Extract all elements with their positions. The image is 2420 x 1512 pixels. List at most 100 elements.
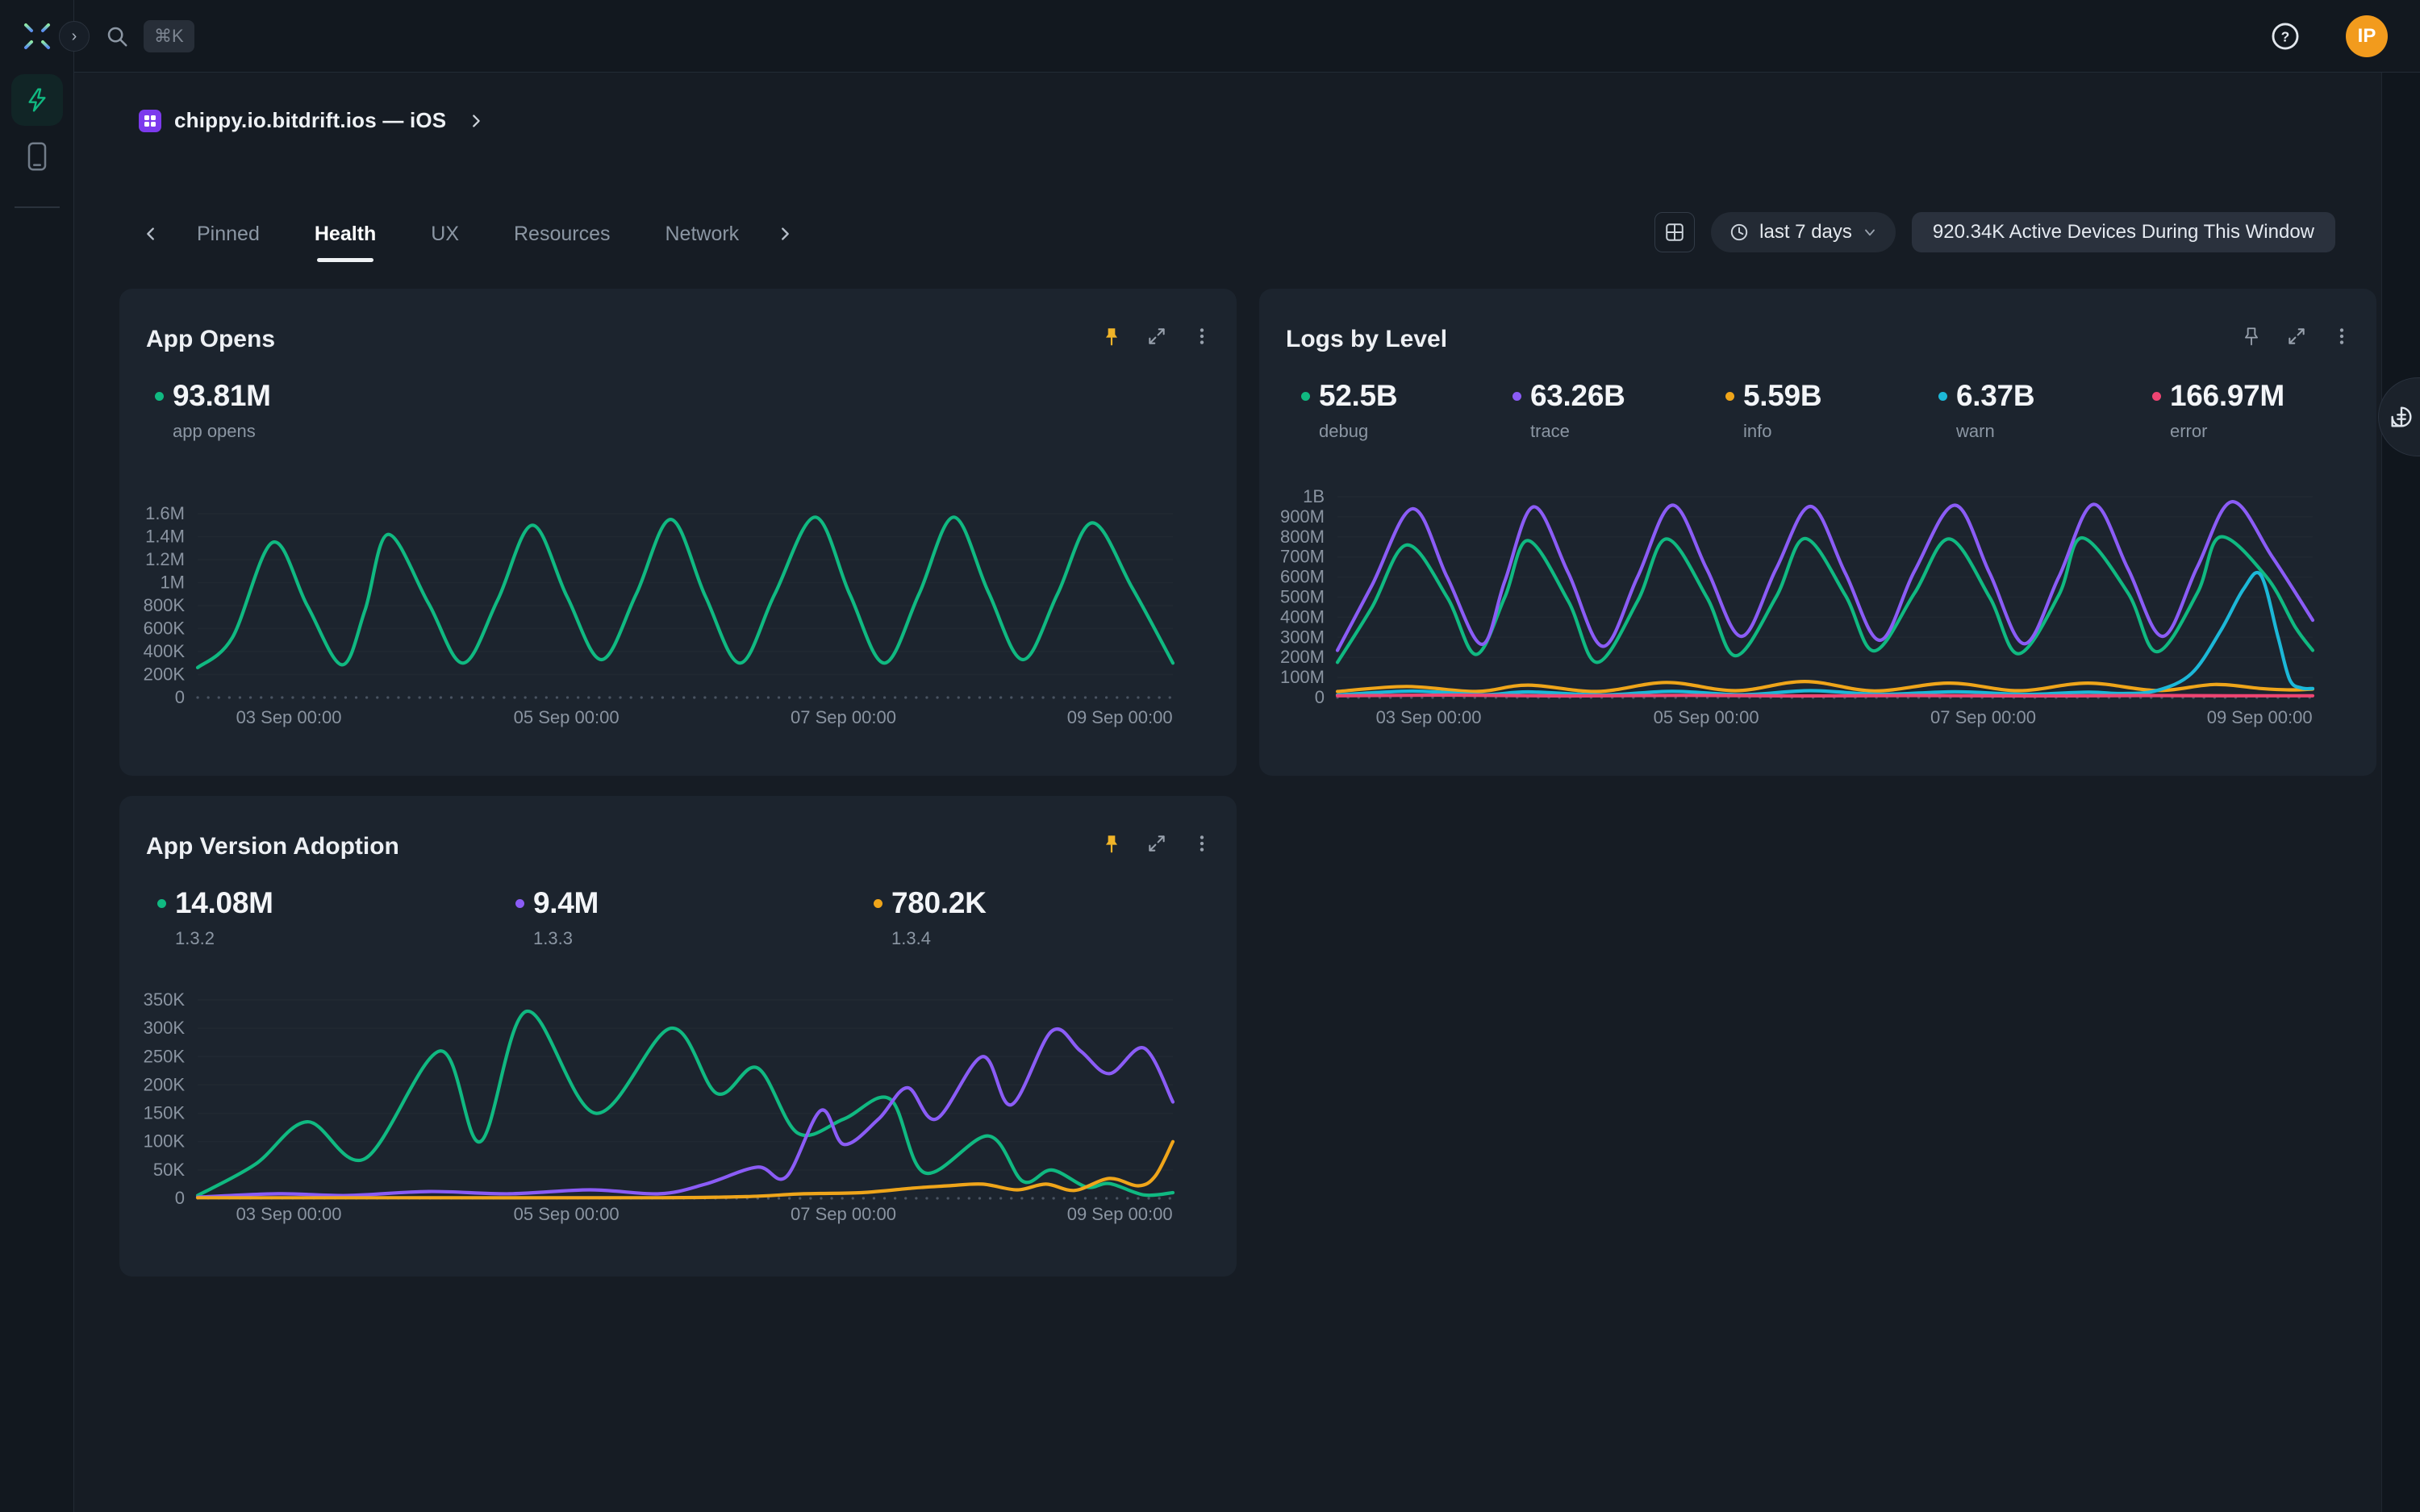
more-options-button[interactable]: [2328, 323, 2355, 350]
sidebar-item-performance[interactable]: [11, 74, 63, 126]
legend-stat-1-3-3[interactable]: 9.4M1.3.3: [515, 885, 599, 949]
dashboard-tabs: Pinned Health UX Resources Network: [132, 212, 803, 256]
legend-stat-trace[interactable]: 63.26Btrace: [1512, 377, 1625, 442]
card-actions: [2238, 323, 2355, 350]
legend-stat-debug[interactable]: 52.5Bdebug: [1301, 377, 1397, 442]
app-name[interactable]: chippy.io.bitdrift.ios — iOS: [174, 108, 446, 133]
tab-ux[interactable]: UX: [403, 212, 486, 256]
global-search[interactable]: ⌘K: [105, 0, 194, 73]
expand-icon: [1146, 326, 1167, 347]
y-axis-tick-label: 250K: [144, 1046, 186, 1066]
y-axis-tick-label: 800M: [1280, 527, 1325, 547]
sidebar: [0, 0, 74, 1512]
stat-value: 14.08M: [175, 886, 273, 920]
pin-button[interactable]: [1098, 323, 1125, 350]
more-options-button[interactable]: [1188, 323, 1216, 350]
y-axis-tick-label: 400K: [144, 641, 186, 661]
series-line-1-3-2: [198, 1011, 1173, 1196]
help-icon[interactable]: ?: [2270, 21, 2301, 52]
tab-health[interactable]: Health: [287, 212, 403, 256]
y-axis-tick-label: 350K: [144, 989, 186, 1010]
avatar[interactable]: IP: [2346, 15, 2388, 57]
stat-value: 9.4M: [533, 886, 599, 920]
pin-button[interactable]: [1098, 830, 1125, 857]
logs-by-level-line-chart[interactable]: 0100M200M300M400M500M600M700M800M900M1B0…: [1259, 474, 2376, 740]
y-axis-tick-label: 300M: [1280, 627, 1325, 647]
layout-grid-button[interactable]: [1654, 212, 1695, 252]
legend-stat-warn[interactable]: 6.37Bwarn: [1938, 377, 2034, 442]
tab-network[interactable]: Network: [638, 212, 767, 256]
kebab-menu-icon: [1191, 833, 1212, 854]
series-line-app-opens: [198, 517, 1173, 668]
legend-stat-info[interactable]: 5.59Binfo: [1725, 377, 1821, 442]
series-color-dot: [1938, 392, 1947, 401]
y-axis-tick-label: 600K: [144, 619, 186, 639]
stat-value: 6.37B: [1956, 379, 2034, 413]
x-axis-tick-label: 09 Sep 00:00: [2207, 707, 2313, 727]
dashboard-page: { "topbar": { "search_shortcut": "⌘K", "…: [0, 0, 2420, 1512]
series-color-dot: [155, 392, 164, 401]
pin-button[interactable]: [2238, 323, 2265, 350]
tabs-scroll-right[interactable]: [766, 215, 803, 252]
x-axis-tick-label: 03 Sep 00:00: [236, 707, 342, 727]
expand-button[interactable]: [1143, 323, 1170, 350]
bitdrift-logo-icon[interactable]: [18, 17, 56, 56]
x-axis-tick-label: 07 Sep 00:00: [791, 1204, 896, 1224]
phone-icon: [25, 141, 49, 172]
x-axis-tick-label: 09 Sep 00:00: [1067, 707, 1173, 727]
x-axis-tick-label: 03 Sep 00:00: [236, 1204, 342, 1224]
stat-value: 166.97M: [2170, 379, 2284, 413]
y-axis-tick-label: 900M: [1280, 506, 1325, 527]
y-axis-tick-label: 600M: [1280, 567, 1325, 587]
stats-row: 93.81Mapp opens: [119, 377, 1237, 466]
sidebar-divider: [15, 206, 60, 208]
stat-label: app opens: [173, 421, 271, 442]
chevron-down-icon: [1862, 224, 1878, 240]
app-icon: [139, 110, 161, 132]
more-options-button[interactable]: [1188, 830, 1216, 857]
legend-stat-error[interactable]: 166.97Merror: [2152, 377, 2284, 442]
y-axis-tick-label: 200K: [144, 1074, 186, 1094]
legend-stat-app-opens[interactable]: 93.81Mapp opens: [155, 377, 271, 442]
app-opens-line-chart[interactable]: 0200K400K600K800K1M1.2M1.4M1.6M03 Sep 00…: [119, 474, 1237, 740]
tab-resources[interactable]: Resources: [486, 212, 638, 256]
time-range-selector[interactable]: last 7 days: [1711, 212, 1896, 252]
legend-stat-1-3-2[interactable]: 14.08M 1.3.2: [157, 885, 273, 949]
y-axis-tick-label: 100K: [144, 1131, 186, 1152]
series-color-dot: [874, 899, 882, 908]
legend-stat-1-3-4[interactable]: 780.2K1.3.4: [874, 885, 987, 949]
sidebar-expand-button[interactable]: ›: [59, 21, 90, 52]
y-axis-tick-label: 300K: [144, 1018, 186, 1038]
stat-value: 52.5B: [1319, 379, 1397, 413]
clock-icon: [1729, 222, 1750, 243]
pin-icon: [2241, 326, 2262, 347]
pin-icon: [1101, 833, 1122, 854]
y-axis-tick-label: 1B: [1303, 486, 1325, 506]
y-axis-tick-label: 500M: [1280, 587, 1325, 607]
kebab-menu-icon: [2331, 326, 2352, 347]
y-axis-tick-label: 200M: [1280, 647, 1325, 667]
stat-value: 63.26B: [1530, 379, 1625, 413]
x-axis-tick-label: 05 Sep 00:00: [1654, 707, 1759, 727]
active-devices-badge[interactable]: 920.34K Active Devices During This Windo…: [1912, 212, 2335, 252]
stats-row: 14.08M 1.3.2 9.4M1.3.3 780.2K1.3.4: [119, 885, 1237, 973]
time-range-label: last 7 days: [1759, 221, 1852, 244]
card-title: App Opens: [146, 326, 275, 353]
series-color-dot: [157, 899, 166, 908]
dashboard-controls: last 7 days 920.34K Active Devices Durin…: [1654, 212, 2335, 252]
stat-label: 1.3.2: [175, 928, 273, 949]
stats-row: 52.5Bdebug 63.26Btrace 5.59Binfo 6.37Bwarn 1…: [1259, 377, 2376, 466]
y-axis-tick-label: 100M: [1280, 667, 1325, 687]
expand-button[interactable]: [2283, 323, 2310, 350]
tabs-scroll-left[interactable]: [132, 215, 169, 252]
series-line-error: [1337, 695, 2313, 696]
tab-pinned[interactable]: Pinned: [169, 212, 287, 256]
y-axis-tick-label: 200K: [144, 664, 186, 685]
chevron-right-icon[interactable]: [467, 112, 485, 130]
series-line-trace: [1337, 502, 2313, 650]
expand-button[interactable]: [1143, 830, 1170, 857]
kebab-menu-icon: [1191, 326, 1212, 347]
app-version-adoption-line-chart[interactable]: 050K100K150K200K250K300K350K03 Sep 00:00…: [119, 981, 1237, 1248]
sidebar-item-devices[interactable]: [11, 131, 63, 182]
stat-value: 5.59B: [1743, 379, 1821, 413]
